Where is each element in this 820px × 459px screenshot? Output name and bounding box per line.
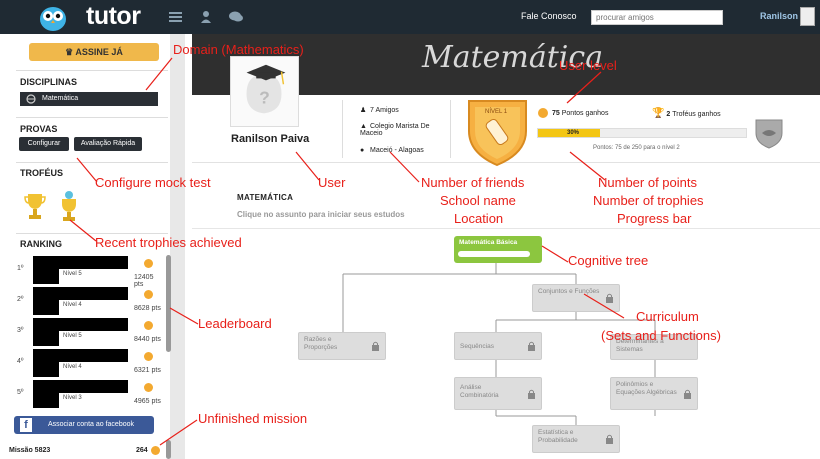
annotation-user: User <box>318 175 346 190</box>
annotation-unfinished-mission: Unfinished mission <box>198 411 308 426</box>
annotation-points: Number of points <box>598 175 697 190</box>
annotation-domain: Domain (Mathematics) <box>173 42 304 57</box>
annotation-curriculum-sub: (Sets and Functions) <box>601 328 721 343</box>
annotation-configure: Configure mock test <box>95 175 211 190</box>
annotation-trophies: Number of trophies <box>593 193 704 208</box>
annotation-school: School name <box>440 193 516 208</box>
annotation-curriculum: Curriculum <box>636 309 699 324</box>
annotation-user-level: User level <box>559 58 617 73</box>
annotation-location: Location <box>454 211 504 226</box>
annotation-progress: Progress bar <box>617 211 692 226</box>
annotation-leaderboard: Leaderboard <box>198 316 272 331</box>
annotation-friends: Number of friends <box>421 175 525 190</box>
annotation-arrows <box>69 57 625 446</box>
annotation-recent-trophies: Recent trophies achieved <box>95 235 242 250</box>
annotation-cognitive-tree: Cognitive tree <box>568 253 649 268</box>
